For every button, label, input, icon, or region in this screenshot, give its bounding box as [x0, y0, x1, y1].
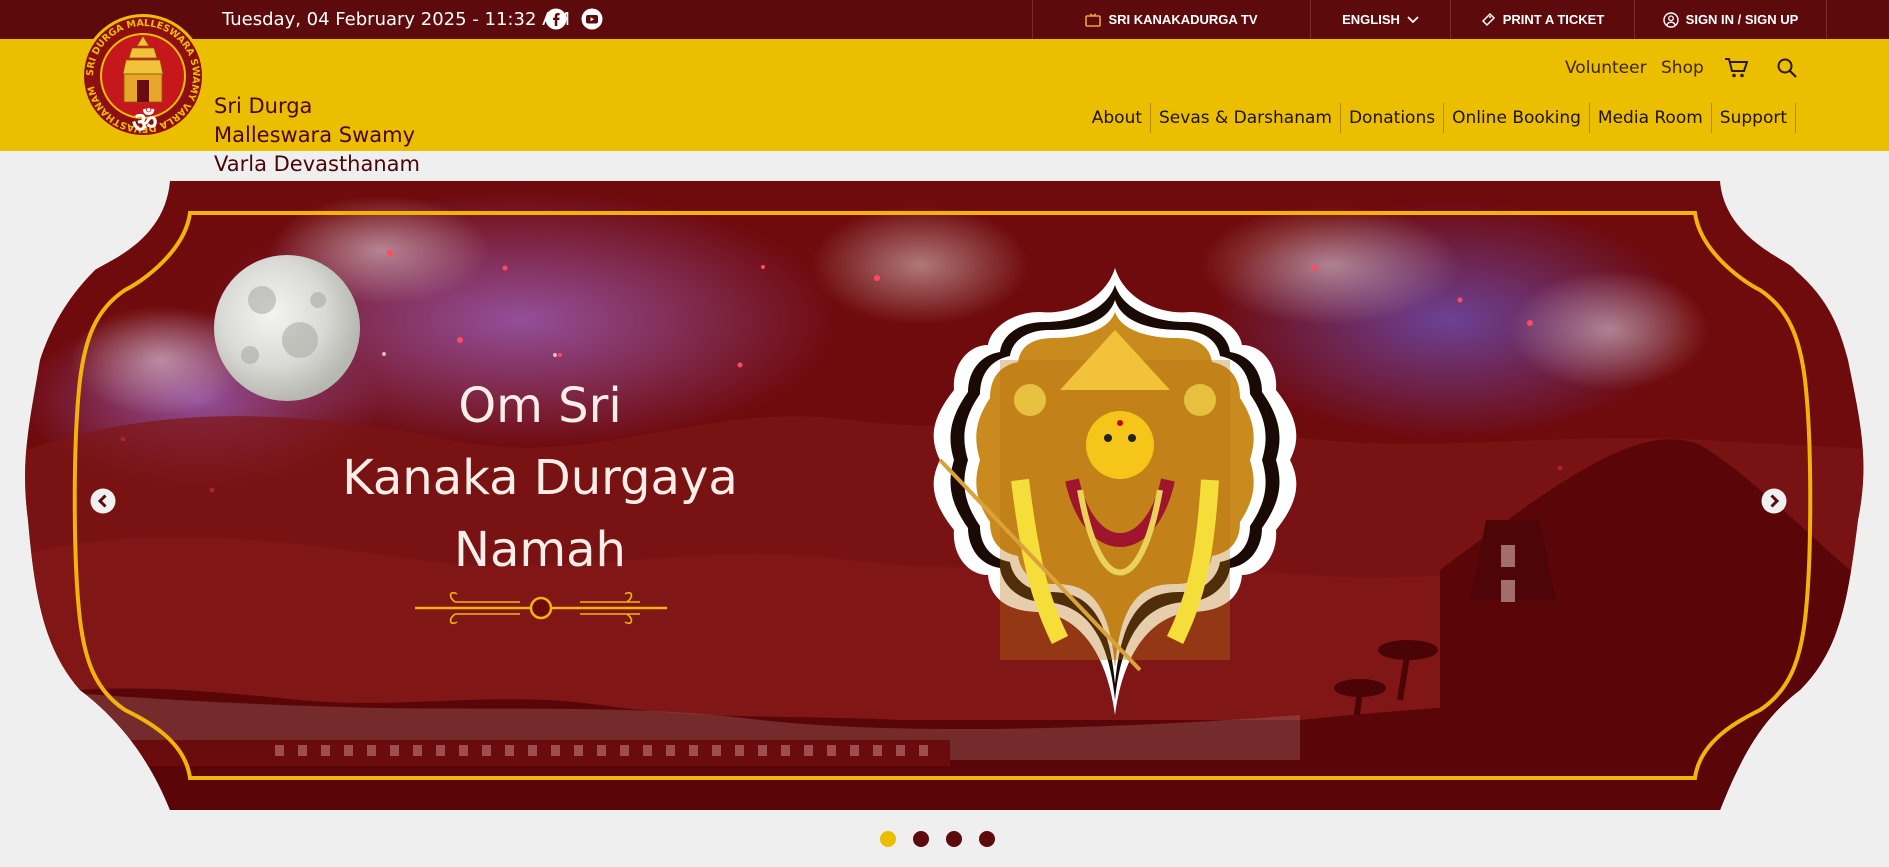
slide-dot[interactable]: [913, 831, 929, 847]
hero-title: Om Sri Kanaka Durgaya Namah: [330, 370, 750, 586]
slider-dots: [880, 831, 995, 847]
hero-title-line: Om Sri: [458, 378, 622, 434]
hero-title-line: Kanaka Durgaya: [342, 450, 738, 506]
hero-slider: Om Sri Kanaka Durgaya Namah: [0, 0, 1889, 867]
hero-title-line: Namah: [454, 522, 626, 578]
prev-slide-button[interactable]: [90, 488, 116, 514]
next-slide-button[interactable]: [1761, 488, 1787, 514]
hero-banner: [25, 181, 1864, 810]
slide-dot[interactable]: [880, 831, 896, 847]
slide-dot[interactable]: [946, 831, 962, 847]
slide-dot[interactable]: [979, 831, 995, 847]
